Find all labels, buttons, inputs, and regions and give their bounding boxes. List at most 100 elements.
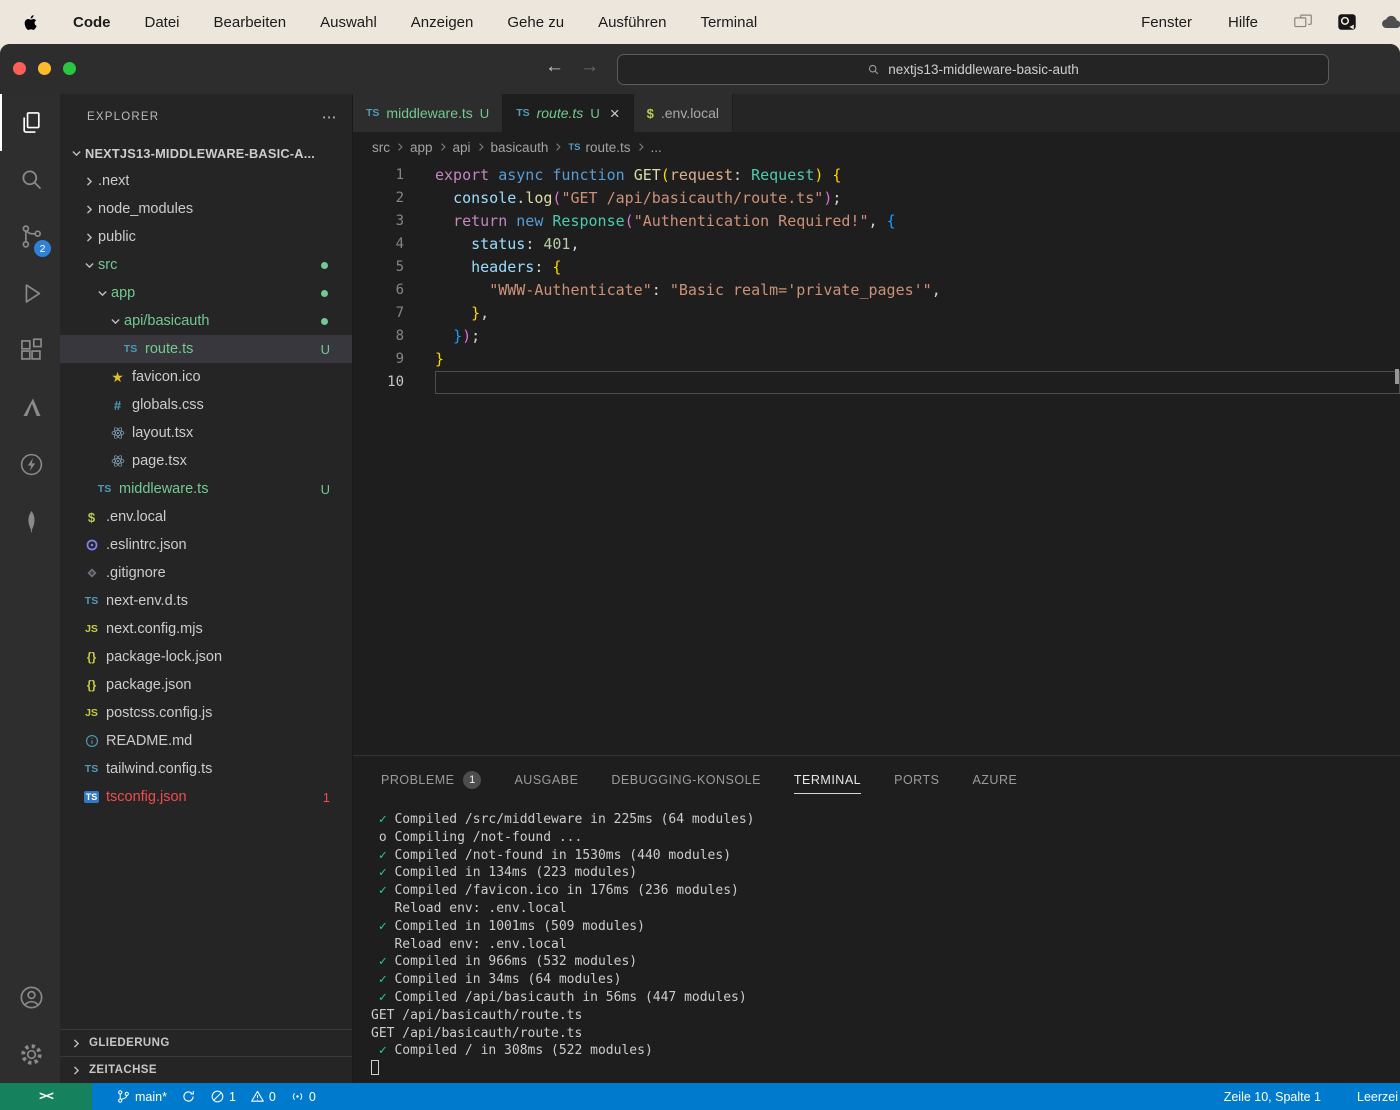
activity-explorer-icon[interactable]	[0, 94, 60, 151]
tree-item-middleware-ts[interactable]: TSmiddleware.tsU	[60, 475, 352, 503]
tree-item-app[interactable]: app	[60, 279, 352, 307]
activity-search-icon[interactable]	[0, 151, 60, 208]
section-zeitachse[interactable]: ZEITACHSE	[60, 1056, 352, 1083]
code-line-8[interactable]: 8 });	[353, 325, 1400, 348]
minimize-window-button[interactable]	[38, 62, 51, 75]
panel-tab-label: AZURE	[972, 773, 1017, 787]
terminal-line: Reload env: .env.local	[371, 900, 1400, 918]
tree-item-tsconfig-json[interactable]: TStsconfig.json1	[60, 783, 352, 811]
menu-item-anzeigen[interactable]: Anzeigen	[394, 14, 491, 31]
menu-item-hilfe[interactable]: Hilfe	[1214, 14, 1272, 31]
terminal-output[interactable]: ✓ Compiled /src/middleware in 225ms (64 …	[353, 803, 1400, 1083]
status-errors[interactable]: 1	[210, 1089, 236, 1104]
menu-item-datei[interactable]: Datei	[128, 14, 197, 31]
activity-accounts-icon[interactable]	[0, 969, 60, 1026]
tree-item-next-config-mjs[interactable]: JSnext.config.mjs	[60, 615, 352, 643]
panel-tab-debugging-konsole[interactable]: DEBUGGING-KONSOLE	[611, 756, 761, 803]
tree-item-api-basicauth[interactable]: api/basicauth	[60, 307, 352, 335]
panel-tab-terminal[interactable]: TERMINAL	[794, 756, 861, 803]
status-warnings[interactable]: 0	[250, 1089, 276, 1104]
tree-item-next-env-d-ts[interactable]: TSnext-env.d.ts	[60, 587, 352, 615]
activity-extensions-icon[interactable]	[0, 322, 60, 379]
activity-mongodb-icon[interactable]	[0, 493, 60, 550]
code-line-3[interactable]: 3 return new Response("Authentication Re…	[353, 210, 1400, 233]
tree-item-route-ts[interactable]: TSroute.tsU	[60, 335, 352, 363]
tree-item-next[interactable]: .next	[60, 167, 352, 195]
tab-route-ts[interactable]: TSroute.tsU×	[503, 94, 633, 132]
apple-menu-icon[interactable]	[22, 12, 42, 32]
menu-item-ausf-hren[interactable]: Ausführen	[581, 14, 683, 31]
activity-run-debug-icon[interactable]	[0, 265, 60, 322]
navigate-back-icon[interactable]: ←	[545, 56, 564, 78]
tree-item-env-local[interactable]: $.env.local	[60, 503, 352, 531]
activity-settings-icon[interactable]	[0, 1026, 60, 1083]
tree-item-globals-css[interactable]: #globals.css	[60, 391, 352, 419]
status-indentation[interactable]: Leerzei	[1357, 1090, 1398, 1104]
tree-item-eslintrc-json[interactable]: .eslintrc.json	[60, 531, 352, 559]
tab-env-local[interactable]: $.env.local	[634, 94, 733, 132]
menu-item-auswahl[interactable]: Auswahl	[303, 14, 394, 31]
panel-tab-ausgabe[interactable]: AUSGABE	[514, 756, 578, 803]
navigate-forward-icon[interactable]: →	[580, 56, 599, 78]
tree-item-page-tsx[interactable]: page.tsx	[60, 447, 352, 475]
menu-item-gehe-zu[interactable]: Gehe zu	[490, 14, 581, 31]
explorer-sidebar: EXPLORER ⋯ NEXTJS13-MIDDLEWARE-BASIC-A..…	[60, 94, 353, 1083]
activity-source-control-icon[interactable]: 2	[0, 208, 60, 265]
code-line-5[interactable]: 5 headers: {	[353, 256, 1400, 279]
tree-item-public[interactable]: public	[60, 223, 352, 251]
zoom-window-button[interactable]	[63, 62, 76, 75]
status-ports[interactable]: 0	[290, 1089, 316, 1104]
code-line-6[interactable]: 6 "WWW-Authenticate": "Basic realm='priv…	[353, 279, 1400, 302]
tree-item-nextjs13-middleware-basic-a[interactable]: NEXTJS13-MIDDLEWARE-BASIC-A...	[60, 139, 352, 167]
tree-item-package-lock-json[interactable]: {}package-lock.json	[60, 643, 352, 671]
breadcrumb-item-api[interactable]: api	[453, 140, 471, 155]
breadcrumb-item-basicauth[interactable]: basicauth	[491, 140, 549, 155]
tree-item-node-modules[interactable]: node_modules	[60, 195, 352, 223]
code-line-4[interactable]: 4 status: 401,	[353, 233, 1400, 256]
breadcrumb-item-route-ts[interactable]: TSroute.ts	[568, 140, 630, 155]
panel-tab-probleme[interactable]: PROBLEME1	[381, 756, 481, 803]
command-center-search[interactable]: nextjs13-middleware-basic-auth	[617, 54, 1329, 85]
panel-tab-ports[interactable]: PORTS	[894, 756, 939, 803]
menu-item-code[interactable]: Code	[56, 14, 128, 31]
tree-item-layout-tsx[interactable]: layout.tsx	[60, 419, 352, 447]
menu-item-terminal[interactable]: Terminal	[683, 14, 774, 31]
explorer-more-actions-icon[interactable]: ⋯	[322, 108, 338, 126]
tab-middleware-ts[interactable]: TSmiddleware.tsU	[353, 94, 503, 132]
scm-changes-badge: 2	[34, 240, 51, 257]
breadcrumb-item-app[interactable]: app	[410, 140, 433, 155]
code-line-7[interactable]: 7 },	[353, 302, 1400, 325]
breadcrumb-item-src[interactable]: src	[372, 140, 390, 155]
code-line-content: return new Response("Authentication Requ…	[435, 210, 1400, 233]
tree-item-gitignore[interactable]: .gitignore	[60, 559, 352, 587]
tree-item-favicon-ico[interactable]: ★favicon.ico	[60, 363, 352, 391]
code-line-9[interactable]: 9}	[353, 348, 1400, 371]
tree-item-tailwind-config-ts[interactable]: TStailwind.config.ts	[60, 755, 352, 783]
terminal-line: ✓ Compiled /not-found in 1530ms (440 mod…	[371, 847, 1400, 865]
close-tab-icon[interactable]: ×	[610, 105, 620, 122]
code-line-10[interactable]: 10	[353, 371, 1400, 394]
code-line-2[interactable]: 2 console.log("GET /api/basicauth/route.…	[353, 187, 1400, 210]
code-line-1[interactable]: 1export async function GET(request: Requ…	[353, 164, 1400, 187]
screen-capture-icon[interactable]	[1334, 10, 1360, 34]
status-cursor-position[interactable]: Zeile 10, Spalte 1	[1224, 1090, 1321, 1104]
menu-item-bearbeiten[interactable]: Bearbeiten	[197, 14, 304, 31]
code-editor[interactable]: 1export async function GET(request: Requ…	[353, 162, 1400, 755]
sidebar-sections: GLIEDERUNGZEITACHSE	[60, 1029, 352, 1083]
cloud-icon[interactable]	[1378, 10, 1400, 34]
stage-windows-icon[interactable]	[1290, 10, 1316, 34]
activity-thunder-client-icon[interactable]	[0, 436, 60, 493]
tree-item-src[interactable]: src	[60, 251, 352, 279]
menu-item-fenster[interactable]: Fenster	[1127, 14, 1206, 31]
close-window-button[interactable]	[13, 62, 26, 75]
panel-tab-azure[interactable]: AZURE	[972, 756, 1017, 803]
breadcrumb-item-[interactable]: ...	[651, 140, 662, 155]
activity-azure-icon[interactable]	[0, 379, 60, 436]
tree-item-package-json[interactable]: {}package.json	[60, 671, 352, 699]
tree-item-postcss-config-js[interactable]: JSpostcss.config.js	[60, 699, 352, 727]
section-gliederung[interactable]: GLIEDERUNG	[60, 1029, 352, 1056]
remote-indicator[interactable]: ><	[0, 1083, 92, 1110]
status-branch[interactable]: main*	[116, 1089, 167, 1104]
status-sync[interactable]	[181, 1089, 196, 1104]
tree-item-readme-md[interactable]: README.md	[60, 727, 352, 755]
